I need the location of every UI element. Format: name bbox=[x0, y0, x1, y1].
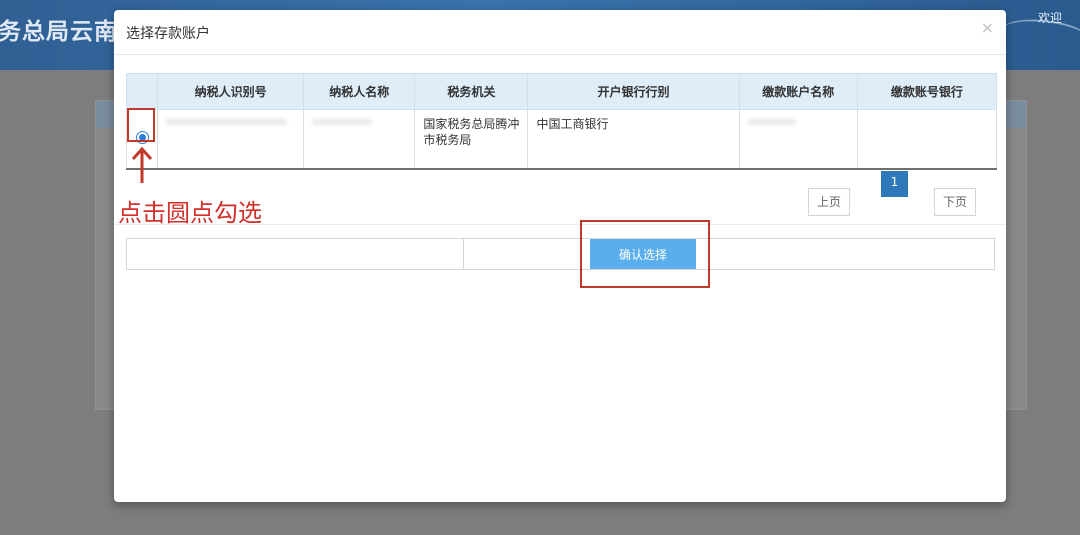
select-account-dialog: 选择存款账户 × 纳税人识别号 纳税人名称 税务机关 开户银行行别 缴款账户名称… bbox=[114, 10, 1006, 502]
site-title: 务总局云南 bbox=[0, 19, 118, 45]
close-icon[interactable]: × bbox=[981, 18, 994, 37]
column-header-taxpayer-id: 纳税人识别号 bbox=[157, 73, 305, 110]
account-name-value: ******** bbox=[747, 117, 796, 131]
column-header-tax-authority: 税务机关 bbox=[414, 73, 529, 110]
account-name-cell: ******** bbox=[738, 109, 858, 170]
dialog-title: 选择存款账户 bbox=[126, 26, 210, 42]
welcome-text: 欢迎 bbox=[1038, 11, 1063, 25]
dialog-divider bbox=[114, 54, 1006, 55]
account-table: 纳税人识别号 纳税人名称 税务机关 开户银行行别 缴款账户名称 缴款账号银行 *… bbox=[125, 73, 998, 170]
column-header-select bbox=[125, 73, 159, 110]
next-page-button[interactable]: 下页 bbox=[934, 188, 977, 216]
account-bank-cell bbox=[856, 109, 998, 170]
prev-page-button[interactable]: 上页 bbox=[808, 188, 851, 216]
taxpayer-name-value: ********** bbox=[312, 117, 373, 131]
section-divider bbox=[114, 224, 1006, 225]
confirm-highlight-box bbox=[580, 220, 710, 288]
column-header-account-bank: 缴款账号银行 bbox=[856, 73, 998, 110]
arrow-up-icon bbox=[131, 146, 153, 183]
bank-type-cell: 中国工商银行 bbox=[527, 109, 740, 170]
annotation-text: 点击圆点勾选 bbox=[118, 199, 262, 227]
footer-grid bbox=[126, 238, 995, 270]
column-header-account-name: 缴款账户名称 bbox=[738, 73, 858, 110]
column-header-taxpayer-name: 纳税人名称 bbox=[303, 73, 416, 110]
radio-highlight-box bbox=[127, 108, 155, 142]
taxpayer-id-cell: ******************** bbox=[157, 109, 305, 170]
page-1-button[interactable]: 1 bbox=[881, 171, 908, 197]
table-header-row: 纳税人识别号 纳税人名称 税务机关 开户银行行别 缴款账户名称 缴款账号银行 bbox=[125, 73, 998, 110]
footer-cell-divider bbox=[463, 239, 464, 269]
table-row[interactable]: ******************** ********** 国家税务总局腾冲… bbox=[125, 109, 998, 170]
taxpayer-id-value: ******************** bbox=[166, 117, 287, 131]
column-header-bank-type: 开户银行行别 bbox=[527, 73, 740, 110]
tax-authority-cell: 国家税务总局腾冲市税务局 bbox=[414, 109, 529, 170]
taxpayer-name-cell: ********** bbox=[303, 109, 416, 170]
